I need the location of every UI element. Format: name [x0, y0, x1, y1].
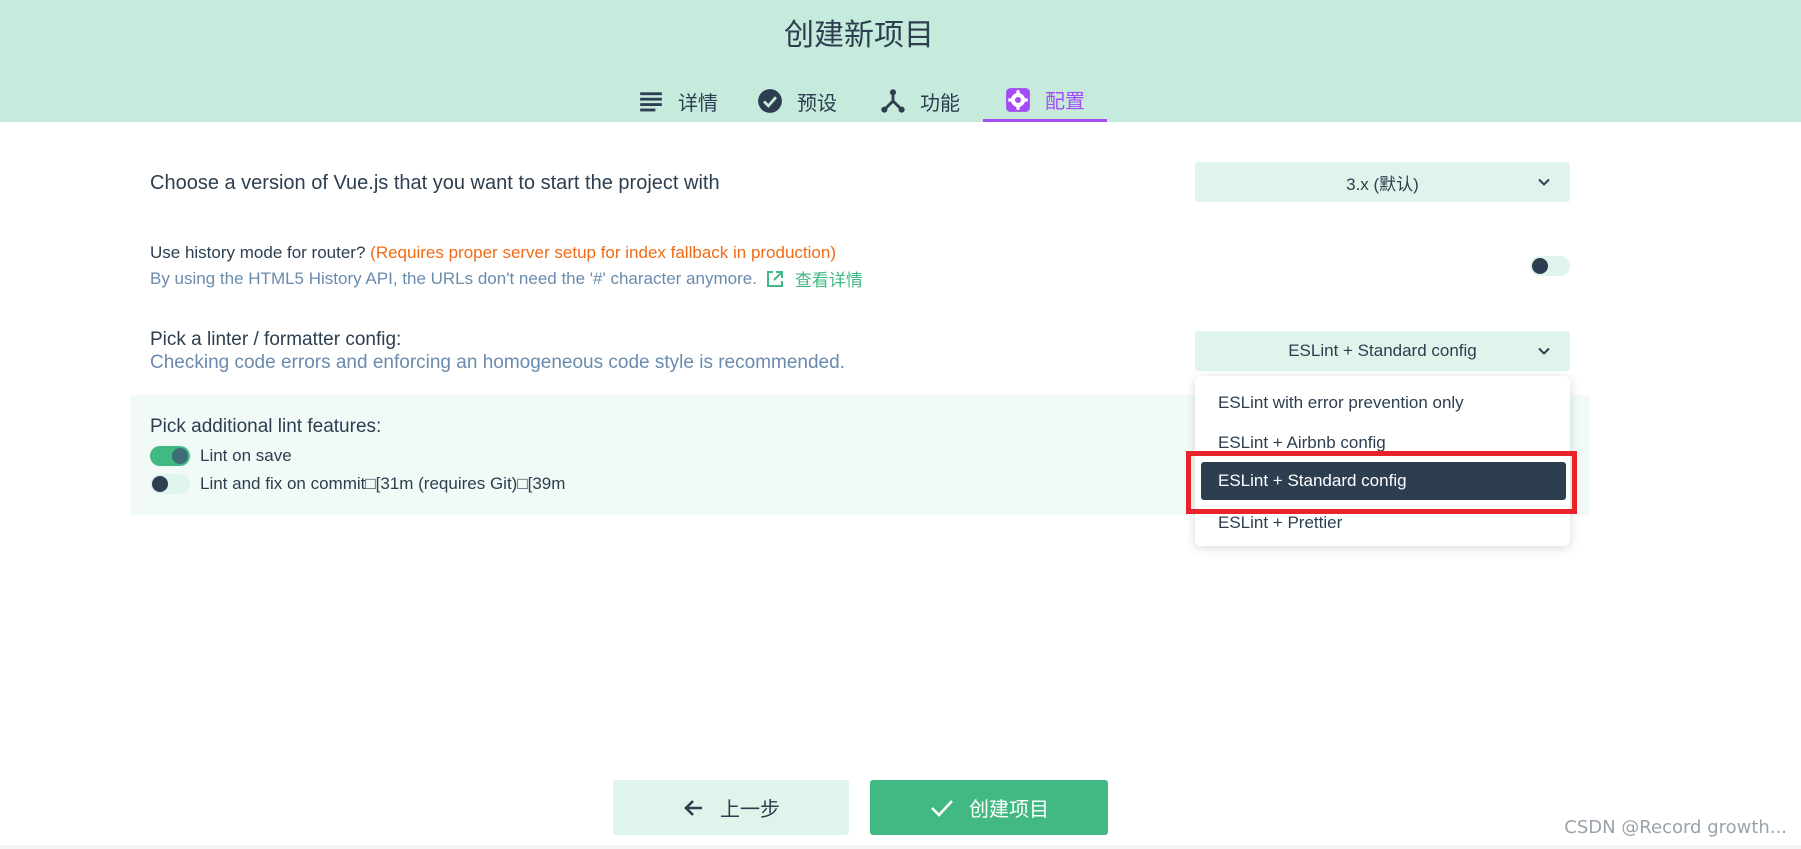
dropdown-option[interactable]: ESLint with error prevention only	[1195, 384, 1570, 422]
lint-on-save-label: Lint on save	[200, 446, 292, 465]
lint-on-save-toggle[interactable]	[150, 446, 190, 466]
history-mode-label-row: Use history mode for router? (Requires p…	[150, 243, 836, 263]
linter-description: Checking code errors and enforcing an ho…	[150, 352, 845, 373]
watermark: CSDN @Record growth...	[1564, 817, 1787, 838]
history-mode-warning: (Requires proper server setup for index …	[370, 243, 836, 262]
history-mode-description: By using the HTML5 History API, the URLs…	[150, 268, 757, 288]
page-title: 创建新项目	[784, 18, 934, 53]
create-project-label: 创建项目	[969, 797, 1049, 821]
bottom-divider	[0, 845, 1801, 849]
linter-select[interactable]: ESLint + Standard config	[1195, 331, 1570, 371]
lint-on-commit-toggle[interactable]	[150, 474, 190, 494]
tab-config[interactable]: 配置	[983, 80, 1107, 122]
linter-value: ESLint + Standard config	[1288, 341, 1477, 360]
history-mode-link-text: 查看详情	[794, 271, 863, 290]
vue-version-value: 3.x (默认)	[1346, 174, 1419, 194]
linter-label: Pick a linter / formatter config:	[150, 329, 402, 350]
previous-step-label: 上一步	[720, 797, 780, 821]
create-project-button[interactable]: 创建项目	[870, 780, 1108, 835]
toggle-knob	[172, 448, 188, 464]
tab-presets-label: 预设	[797, 90, 837, 115]
list-icon	[640, 92, 662, 112]
vue-version-select[interactable]: 3.x (默认)	[1195, 162, 1570, 202]
tab-config-label: 配置	[1045, 89, 1085, 113]
history-mode-label: Use history mode for router?	[150, 243, 366, 262]
history-mode-link[interactable]: 查看详情	[765, 266, 863, 291]
toggle-knob	[1532, 258, 1548, 274]
tab-features-label: 功能	[920, 90, 960, 115]
chevron-down-icon	[1538, 178, 1550, 186]
chevron-down-icon	[1538, 347, 1550, 355]
step-tabs: 详情 预设 功能 配置	[0, 80, 1801, 122]
tab-details-label: 详情	[678, 90, 718, 115]
toggle-knob	[152, 476, 168, 492]
highlight-annotation-box	[1186, 451, 1577, 514]
external-link-icon	[766, 270, 783, 287]
history-mode-toggle[interactable]	[1530, 256, 1570, 276]
lint-on-commit-label: Lint and fix on commit□[31m (requires Gi…	[200, 474, 566, 493]
page-header: 创建新项目 详情 预设 功能 配置	[0, 0, 1801, 122]
check-circle-icon	[758, 89, 782, 113]
fork-icon	[881, 89, 905, 113]
gear-icon	[1006, 87, 1030, 112]
tab-features[interactable]: 功能	[880, 80, 960, 122]
tab-details[interactable]: 详情	[638, 80, 718, 122]
arrow-left-icon	[684, 799, 702, 816]
lint-features-label: Pick additional lint features:	[150, 416, 382, 437]
check-icon	[931, 799, 953, 817]
history-mode-desc-row: By using the HTML5 History API, the URLs…	[150, 266, 863, 291]
previous-step-button[interactable]: 上一步	[613, 780, 849, 835]
vue-version-label: Choose a version of Vue.js that you want…	[150, 172, 720, 194]
tab-presets[interactable]: 预设	[757, 80, 837, 122]
